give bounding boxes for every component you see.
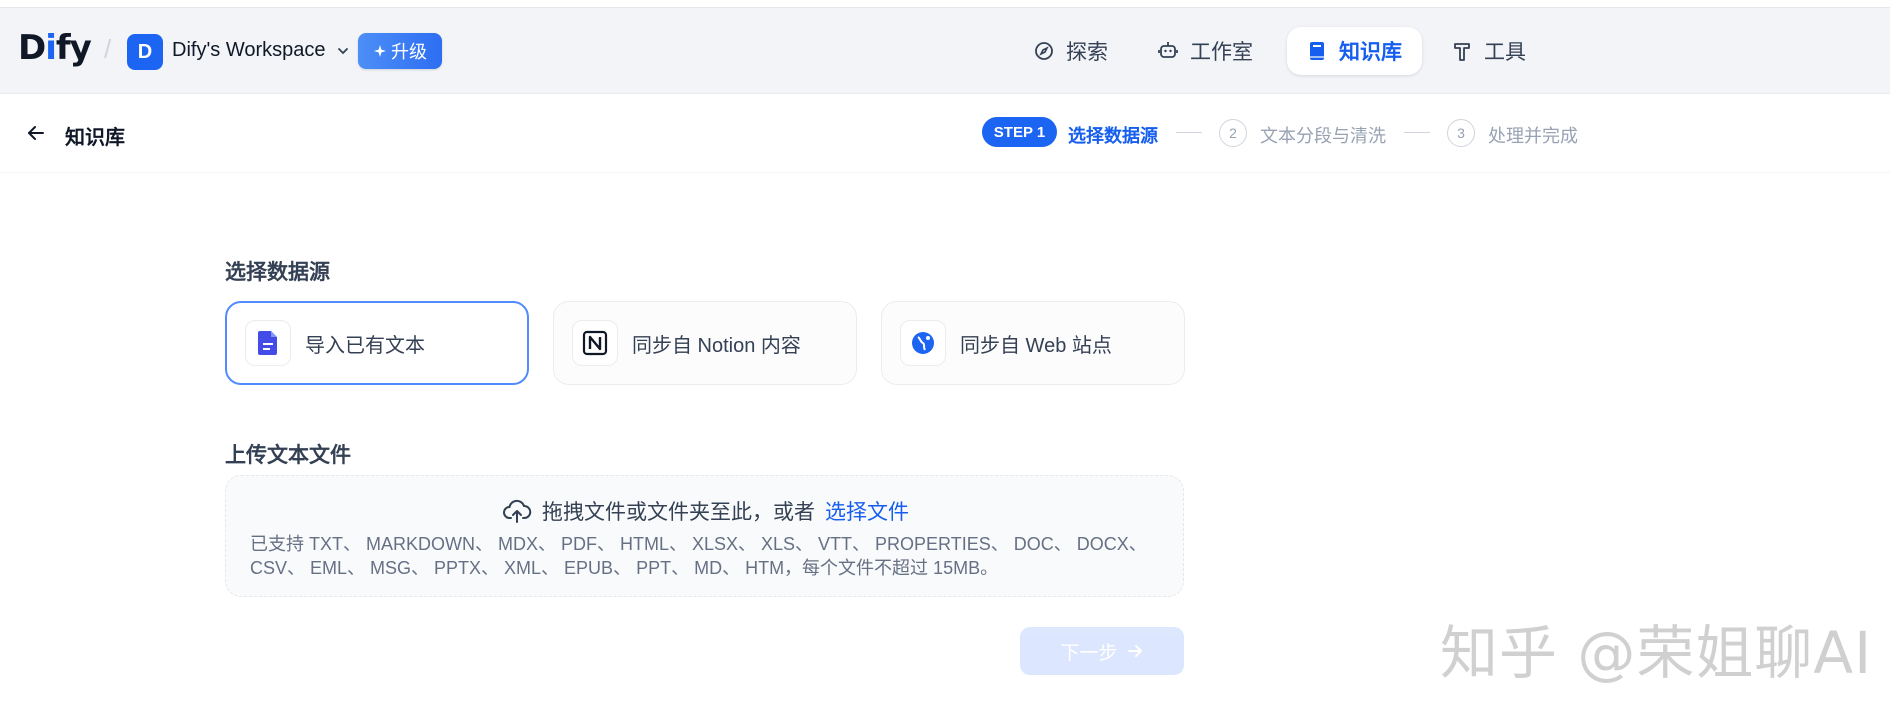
upgrade-label: 升级 <box>391 42 427 62</box>
step-1-badge: STEP 1 <box>982 117 1057 147</box>
dropzone-prompt: 拖拽文件或文件夹至此，或者 选择文件 <box>226 496 1185 526</box>
datasource-web-label: 同步自 Web 站点 <box>960 334 1112 357</box>
dropzone-drag-text: 拖拽文件或文件夹至此，或者 <box>542 501 815 524</box>
nav-explore-label: 探索 <box>1066 41 1108 64</box>
datasource-notion-card[interactable]: 同步自 Notion 内容 <box>553 301 857 385</box>
supported-formats-line: 已支持 TXT、 MARKDOWN、 MDX、 PDF、 HTML、 XLSX、… <box>250 534 1147 554</box>
hammer-icon <box>1454 43 1470 61</box>
datasource-section-title: 选择数据源 <box>225 261 330 284</box>
step-separator <box>1404 132 1430 133</box>
workspace-name[interactable]: Dify's Workspace <box>172 39 326 62</box>
step-2-number: 2 <box>1219 119 1247 147</box>
file-text-icon <box>245 320 291 366</box>
workspace-avatar[interactable]: D <box>127 34 163 70</box>
sparkle-icon <box>374 45 386 57</box>
nav-knowledge[interactable]: 知识库 <box>1287 27 1422 75</box>
next-step-button[interactable]: 下一步 <box>1020 627 1184 675</box>
window-top-border <box>0 0 1890 8</box>
step-1-label: 选择数据源 <box>1068 126 1158 146</box>
upgrade-button[interactable]: 升级 <box>358 33 442 69</box>
logo-text-d: D <box>18 28 46 68</box>
nav-tools-label: 工具 <box>1484 41 1526 64</box>
logo-text-fy: fy <box>55 28 92 68</box>
step-2-label: 文本分段与清洗 <box>1260 126 1386 146</box>
step-3-number: 3 <box>1447 119 1475 147</box>
chevron-down-icon[interactable] <box>336 44 350 58</box>
upload-section-title: 上传文本文件 <box>225 444 351 467</box>
datasource-notion-label: 同步自 Notion 内容 <box>632 334 801 357</box>
nav-explore[interactable]: 探索 <box>1032 27 1108 75</box>
arrow-left-icon[interactable] <box>24 121 48 145</box>
sub-header: 知识库 STEP 1 选择数据源 2 文本分段与清洗 3 处理并完成 <box>0 95 1890 173</box>
file-dropzone[interactable]: 拖拽文件或文件夹至此，或者 选择文件 已支持 TXT、 MARKDOWN、 MDX… <box>225 475 1184 597</box>
compass-icon <box>1035 42 1053 60</box>
watermark: 知乎 @荣姐聊AI <box>1440 619 1873 687</box>
cloud-upload-icon <box>503 499 532 523</box>
nav-knowledge-label: 知识库 <box>1339 41 1402 64</box>
globe-icon <box>900 320 946 366</box>
nav-studio-label: 工作室 <box>1190 41 1253 64</box>
datasource-file-card[interactable]: 导入已有文本 <box>225 301 529 385</box>
step-3-label: 处理并完成 <box>1488 126 1578 146</box>
nav-studio[interactable]: 工作室 <box>1156 27 1253 75</box>
step-separator <box>1176 132 1202 133</box>
book-icon <box>1310 42 1324 60</box>
logo-text-i: i <box>45 28 57 68</box>
robot-icon <box>1158 42 1178 58</box>
select-file-link[interactable]: 选择文件 <box>825 496 909 526</box>
top-header: Dify / D Dify's Workspace 升级 探索 工作室 知识库 … <box>0 8 1890 94</box>
next-step-label: 下一步 <box>1060 642 1118 664</box>
supported-formats-text: 已支持 TXT、 MARKDOWN、 MDX、 PDF、 HTML、 XLSX、… <box>250 532 1170 580</box>
datasource-web-card[interactable]: 同步自 Web 站点 <box>881 301 1185 385</box>
breadcrumb-slash: / <box>104 34 112 64</box>
nav-tools[interactable]: 工具 <box>1450 27 1526 75</box>
page-title: 知识库 <box>65 127 125 149</box>
notion-icon <box>572 320 618 366</box>
datasource-file-label: 导入已有文本 <box>305 334 425 357</box>
dify-logo[interactable]: Dify <box>18 28 92 68</box>
arrow-right-icon <box>1127 645 1142 657</box>
supported-formats-line: CSV、 EML、 MSG、 PPTX、 XML、 EPUB、 PPT、 MD、… <box>250 558 999 578</box>
